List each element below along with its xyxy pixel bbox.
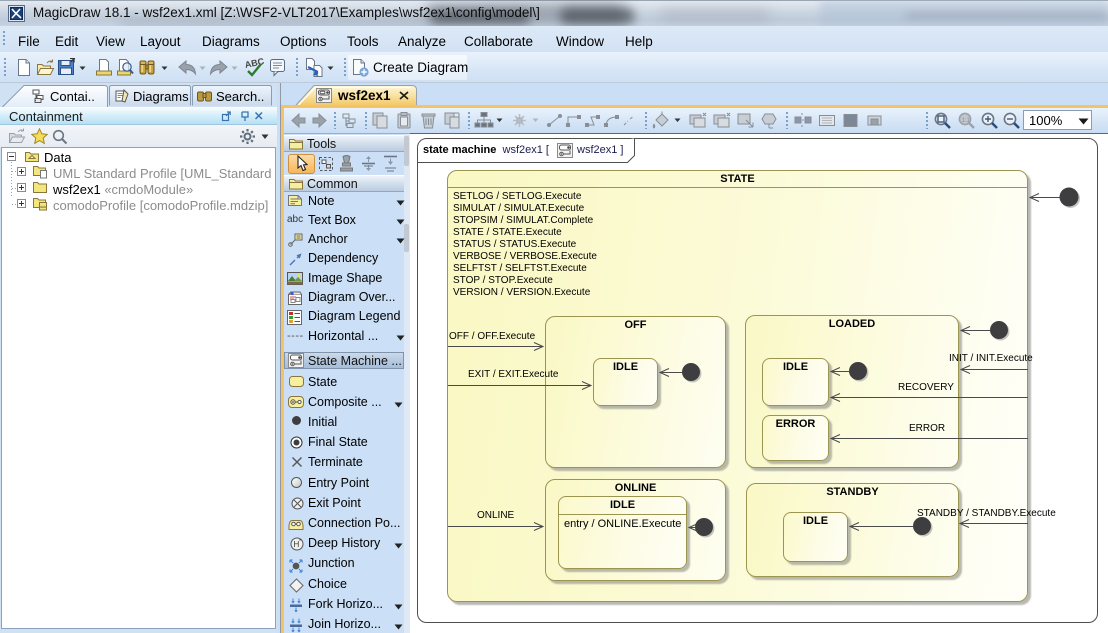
svg-text:«»: «»: [40, 205, 46, 211]
svg-text:ABC: ABC: [244, 58, 264, 70]
